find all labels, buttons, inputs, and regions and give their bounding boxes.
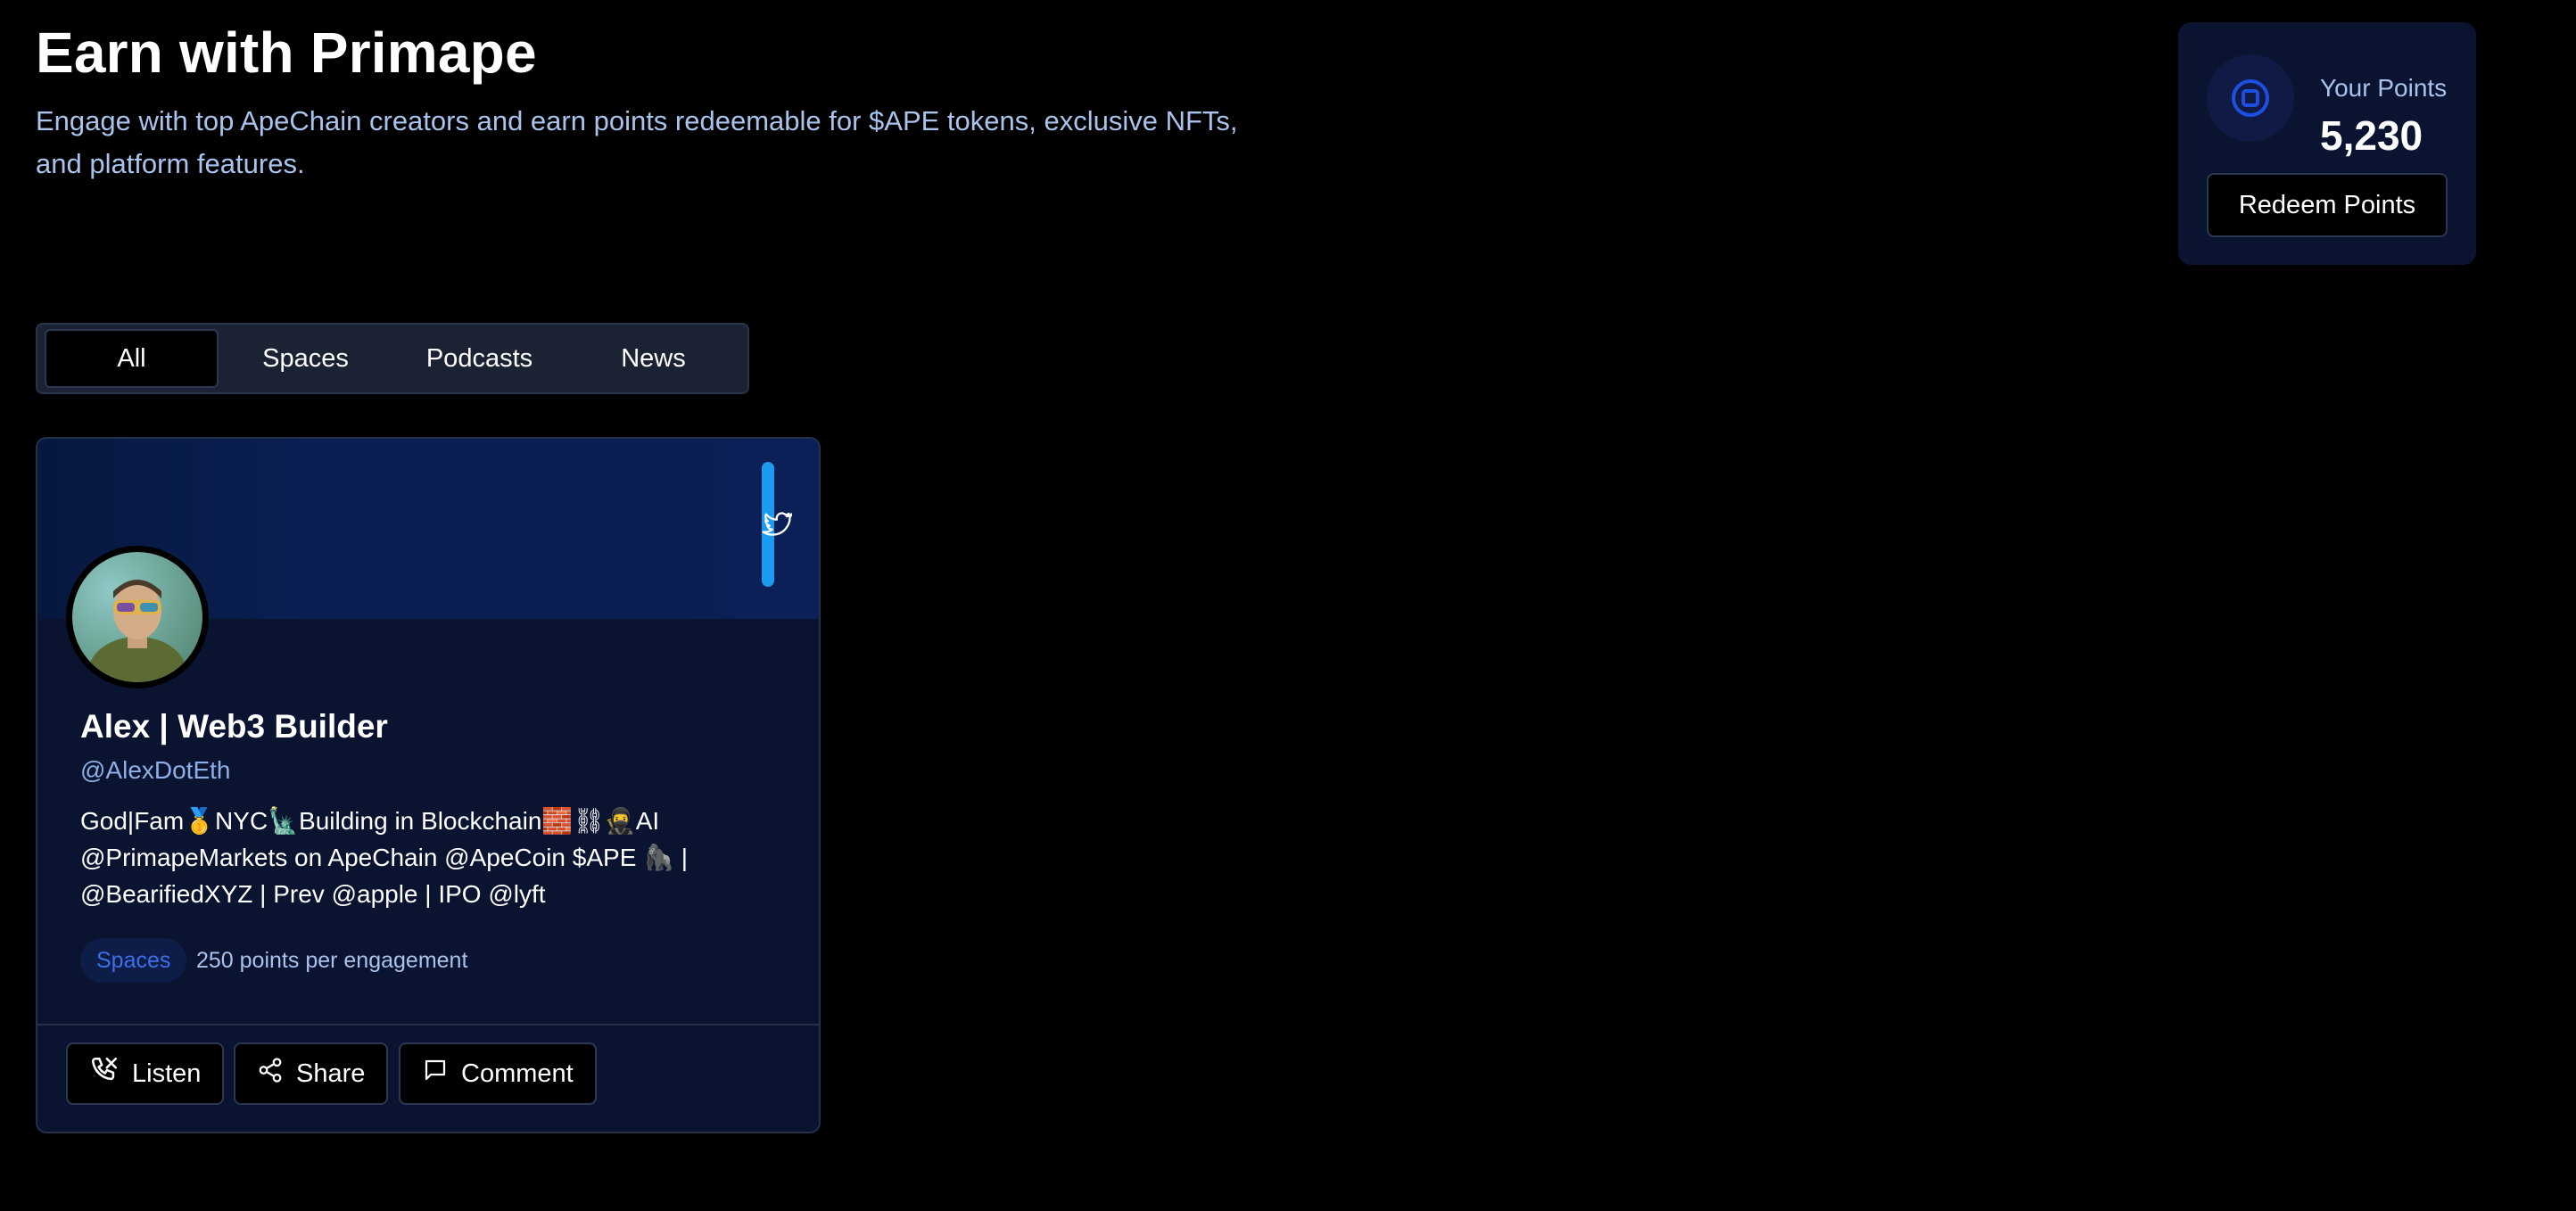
points-value: 5,230 (2320, 112, 2423, 159)
category-tabs: All Spaces Podcasts News (36, 323, 749, 394)
points-per-engagement: 250 points per engagement (196, 948, 468, 973)
listen-label: Listen (132, 1059, 202, 1088)
points-card: Your Points 5,230 Redeem Points (2178, 22, 2476, 265)
category-badge: Spaces (80, 938, 187, 983)
avatar[interactable] (66, 546, 209, 688)
page-subtitle: Engage with top ApeChain creators and ea… (36, 105, 1238, 179)
points-label: Your Points (2320, 74, 2448, 102)
target-icon (2207, 54, 2294, 142)
avatar-image (72, 552, 202, 682)
card-divider (37, 1024, 819, 1026)
earn-page: Earn with Primape Engage with top ApeCha… (0, 0, 2576, 1211)
tab-podcasts[interactable]: Podcasts (392, 329, 566, 388)
listen-button[interactable]: Listen (66, 1042, 225, 1105)
creator-name: Alex | Web3 Builder (80, 708, 388, 745)
comment-button[interactable]: Comment (399, 1042, 597, 1105)
comment-label: Comment (461, 1059, 574, 1088)
phone-icon (89, 1055, 120, 1092)
share-icon (257, 1057, 284, 1091)
creator-bio: God|Fam🥇NYC🗽Building in Blockchain🧱⛓🥷AI … (80, 807, 689, 908)
share-label: Share (296, 1059, 366, 1088)
creator-handle[interactable]: @AlexDotEth (80, 756, 231, 785)
tab-all[interactable]: All (45, 329, 219, 388)
redeem-points-button[interactable]: Redeem Points (2207, 173, 2448, 237)
share-button[interactable]: Share (234, 1042, 389, 1105)
twitter-icon[interactable] (762, 508, 795, 539)
comment-icon (422, 1057, 449, 1091)
page-title: Earn with Primape (36, 21, 537, 85)
tab-news[interactable]: News (566, 329, 740, 388)
tab-spaces[interactable]: Spaces (219, 329, 392, 388)
creator-card[interactable]: Alex | Web3 Builder @AlexDotEth God|Fam🥇… (36, 437, 821, 1133)
